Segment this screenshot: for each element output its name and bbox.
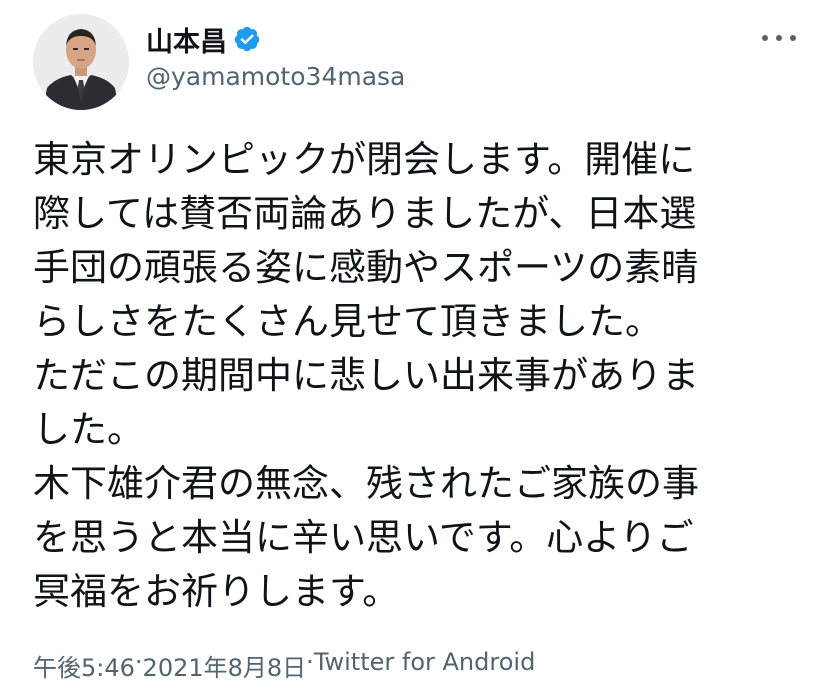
author-name-row: 山本昌 bbox=[146, 20, 261, 59]
tweet: 山本昌 @yamamoto34masa 東京オリンピックが閉会します。開催に 際… bbox=[0, 0, 828, 690]
tweet-time[interactable]: 午後5:46 bbox=[33, 648, 135, 683]
author-display-name[interactable]: 山本昌 bbox=[146, 20, 227, 59]
meta-separator: · bbox=[134, 648, 143, 676]
author-handle[interactable]: @yamamoto34masa bbox=[146, 62, 405, 91]
meta-separator: · bbox=[306, 648, 314, 676]
more-horizontal-icon[interactable] bbox=[762, 28, 796, 48]
avatar[interactable] bbox=[33, 14, 129, 110]
more-dot bbox=[762, 35, 768, 41]
tweet-meta: 午後5:46 · 2021年8月8日 · Twitter for Android bbox=[33, 648, 535, 683]
avatar-image bbox=[33, 14, 129, 110]
more-dot bbox=[790, 35, 796, 41]
more-dot bbox=[776, 35, 782, 41]
tweet-date[interactable]: 2021年8月8日 bbox=[143, 648, 307, 683]
tweet-text: 東京オリンピックが閉会します。開催に 際しては賛否両論ありましたが、日本選 手団… bbox=[33, 138, 699, 613]
verified-badge-icon bbox=[234, 26, 260, 52]
tweet-source[interactable]: Twitter for Android bbox=[314, 648, 535, 683]
